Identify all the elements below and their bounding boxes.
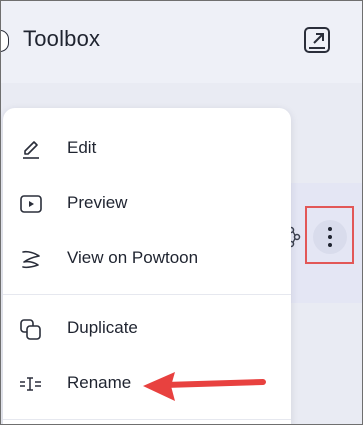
- menu-item-view-on-powtoon[interactable]: View on Powtoon: [3, 234, 291, 284]
- open-in-new-window-icon[interactable]: [303, 26, 331, 54]
- page-title: Toolbox: [23, 26, 101, 51]
- back-button[interactable]: [1, 30, 9, 52]
- highlight-box: [305, 206, 354, 264]
- powtoon-logo-icon: [22, 250, 40, 269]
- play-icon: [20, 195, 42, 213]
- menu-item-edit[interactable]: Edit: [3, 124, 291, 174]
- pencil-icon: [23, 141, 39, 159]
- toolbox-panel: Toolbox Edit Preview View on Powtoon Dup…: [0, 0, 363, 425]
- annotation-arrow: [143, 372, 266, 401]
- menu-item-preview[interactable]: Preview: [3, 179, 291, 229]
- menu-item-label: Rename: [67, 373, 132, 392]
- duplicate-icon: [20, 319, 41, 340]
- menu-item-duplicate[interactable]: Duplicate: [3, 304, 291, 354]
- menu-item-label: Preview: [67, 193, 128, 212]
- menu-item-label: Edit: [67, 138, 97, 157]
- menu-item-label: View on Powtoon: [67, 248, 199, 267]
- menu-divider: [3, 294, 291, 295]
- panel-header: Toolbox: [1, 1, 362, 83]
- menu-item-label: Duplicate: [67, 318, 138, 337]
- rename-icon: [20, 377, 41, 391]
- menu-divider: [3, 419, 291, 420]
